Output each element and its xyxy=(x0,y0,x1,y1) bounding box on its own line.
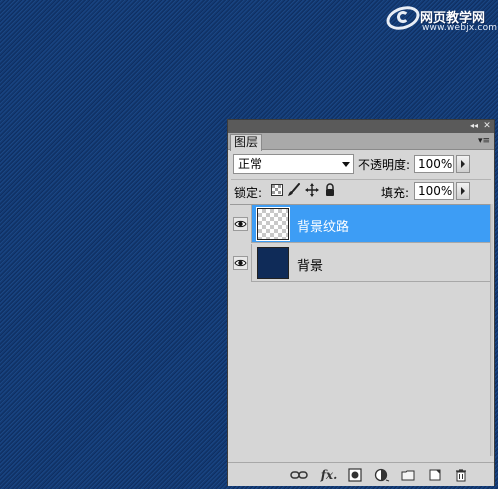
fill-slider-button[interactable] xyxy=(456,182,470,200)
panel-menu-icon[interactable]: ▾≡ xyxy=(477,136,491,146)
trash-icon[interactable] xyxy=(454,468,468,482)
mask-icon[interactable] xyxy=(348,468,362,482)
panel-bottom-toolbar: fx. xyxy=(228,462,494,486)
watermark-url: www.webjx.com xyxy=(422,23,498,33)
layer-thumbnail xyxy=(256,207,290,241)
opacity-slider-button[interactable] xyxy=(456,155,470,173)
new-layer-icon[interactable] xyxy=(428,468,442,482)
lock-position-move-icon[interactable] xyxy=(305,183,319,197)
fill-input[interactable]: 100% xyxy=(414,182,454,200)
blend-mode-value: 正常 xyxy=(238,157,263,171)
layers-panel: ◂◂ ✕ 图层 ▾≡ 正常 不透明度: 100% 锁定: 填充: 100% 背景… xyxy=(227,119,495,486)
lock-all-icon[interactable] xyxy=(323,183,337,197)
logo-e-icon xyxy=(397,11,409,23)
visibility-toggle[interactable] xyxy=(230,205,252,243)
panel-title-bar[interactable]: ◂◂ ✕ xyxy=(228,120,494,133)
tab-layers[interactable]: 图层 xyxy=(230,134,262,151)
collapse-panel-icon[interactable]: ◂◂ xyxy=(468,121,480,131)
watermark-logo: 网页教学网 www.webjx.com xyxy=(383,2,498,34)
lock-label: 锁定: xyxy=(234,186,263,200)
lock-pixels-brush-icon[interactable] xyxy=(287,183,301,197)
link-icon[interactable] xyxy=(290,468,308,482)
layer-row[interactable]: 背景纹路 xyxy=(230,205,490,243)
panel-tab-row: 图层 ▾≡ xyxy=(228,133,494,151)
blend-mode-select[interactable]: 正常 xyxy=(233,154,354,174)
folder-group-icon[interactable] xyxy=(401,468,415,482)
divider xyxy=(231,179,491,180)
layer-name: 背景纹路 xyxy=(297,220,350,235)
visibility-toggle[interactable] xyxy=(230,244,252,282)
eye-icon xyxy=(233,217,248,231)
opacity-label: 不透明度: xyxy=(358,158,411,172)
close-panel-icon[interactable]: ✕ xyxy=(482,121,492,131)
lock-transparency-icon[interactable] xyxy=(270,183,284,197)
eye-icon xyxy=(233,256,248,270)
layers-list: 背景纹路 背景 xyxy=(230,204,490,456)
layers-scrollbar[interactable] xyxy=(490,204,493,456)
layer-name: 背景 xyxy=(297,259,324,274)
adjustment-icon[interactable] xyxy=(374,468,390,482)
opacity-input[interactable]: 100% xyxy=(414,155,454,173)
layer-row[interactable]: 背景 xyxy=(230,244,490,282)
fx-icon[interactable]: fx. xyxy=(318,468,340,482)
chevron-down-icon xyxy=(342,162,350,167)
fill-label: 填充: xyxy=(381,186,410,200)
layer-thumbnail xyxy=(257,247,289,279)
